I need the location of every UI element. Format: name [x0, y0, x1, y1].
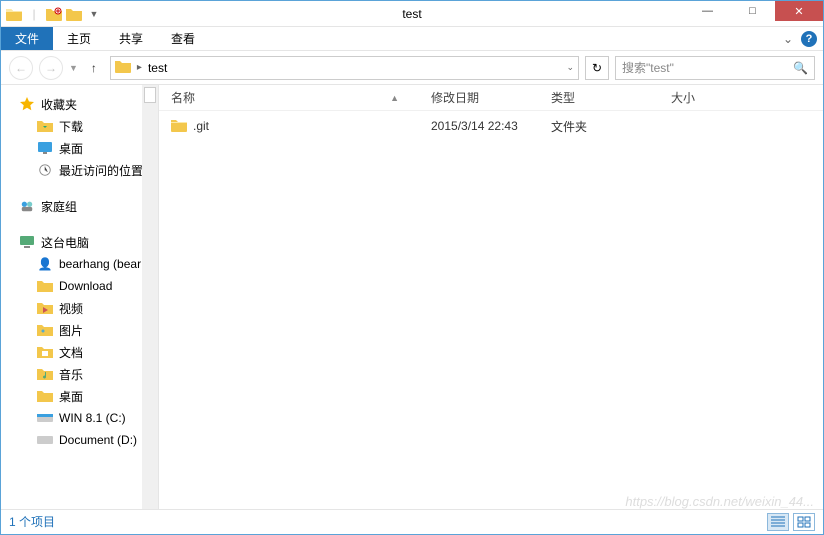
ribbon-tabs: 文件 主页 共享 查看 ⌄ ?: [1, 27, 823, 51]
sidebar-item-videos[interactable]: 视频: [1, 297, 158, 319]
file-name-cell: .git: [159, 118, 419, 135]
star-icon: [19, 96, 35, 112]
search-icon: 🔍: [793, 61, 808, 75]
drive-icon: [37, 432, 53, 448]
download-icon: [37, 118, 53, 134]
sidebar-homegroup[interactable]: 家庭组: [1, 195, 158, 217]
documents-icon: [37, 344, 53, 360]
dropdown-icon[interactable]: ▼: [85, 5, 103, 23]
view-details-button[interactable]: [767, 513, 789, 531]
file-type-cell: 文件夹: [539, 118, 659, 135]
file-row[interactable]: .git 2015/3/14 22:43 文件夹: [159, 111, 823, 135]
item-count: 1 个项目: [9, 513, 55, 530]
tab-share[interactable]: 共享: [105, 27, 157, 50]
sidebar-item-music[interactable]: 音乐: [1, 363, 158, 385]
back-button[interactable]: ←: [9, 56, 33, 80]
column-headers: 名称▲ 修改日期 类型 大小: [159, 85, 823, 111]
content-area: 收藏夹 下载 桌面 最近访问的位置 家庭组 这台电脑 👤bearhang (be…: [1, 85, 823, 509]
folder-icon: [37, 278, 53, 294]
view-icons-button[interactable]: [793, 513, 815, 531]
sidebar-scrollbar[interactable]: [142, 85, 158, 509]
new-folder-icon[interactable]: [45, 5, 63, 23]
tab-home[interactable]: 主页: [53, 27, 105, 50]
col-size[interactable]: 大小: [659, 89, 739, 106]
col-name[interactable]: 名称▲: [159, 89, 419, 106]
tab-view[interactable]: 查看: [157, 27, 209, 50]
folder-icon: [171, 118, 187, 135]
search-placeholder: 搜索"test": [622, 59, 674, 76]
desktop-icon: [37, 140, 53, 156]
up-button[interactable]: ↑: [84, 58, 104, 78]
sidebar-item-download-folder[interactable]: Download: [1, 275, 158, 297]
sidebar-item-desktop2[interactable]: 桌面: [1, 385, 158, 407]
window-title: test: [402, 7, 421, 21]
tab-file[interactable]: 文件: [1, 27, 53, 50]
col-type[interactable]: 类型: [539, 89, 659, 106]
address-dropdown-icon[interactable]: ⌄: [566, 62, 574, 73]
sidebar-item-pictures[interactable]: 图片: [1, 319, 158, 341]
history-dropdown-icon[interactable]: ▼: [69, 63, 78, 73]
crumb-sep-icon[interactable]: ▸: [137, 62, 142, 73]
sidebar-computer[interactable]: 这台电脑: [1, 231, 158, 253]
qat: | ▼: [1, 5, 103, 23]
homegroup-icon: [19, 198, 35, 214]
sidebar-item-downloads[interactable]: 下载: [1, 115, 158, 137]
statusbar: 1 个项目: [1, 509, 823, 533]
search-input[interactable]: 搜索"test" 🔍: [615, 56, 815, 80]
music-icon: [37, 366, 53, 382]
recent-icon: [37, 162, 53, 178]
refresh-button[interactable]: ↻: [585, 56, 609, 80]
drive-icon: [37, 410, 53, 426]
watermark: https://blog.csdn.net/weixin_44...: [625, 494, 814, 509]
user-icon: 👤: [37, 256, 53, 272]
folder-icon: [5, 5, 23, 23]
breadcrumb[interactable]: test: [148, 61, 167, 75]
close-button[interactable]: ✕: [775, 1, 823, 21]
col-date[interactable]: 修改日期: [419, 89, 539, 106]
maximize-button[interactable]: □: [730, 1, 775, 21]
minimize-button[interactable]: —: [685, 1, 730, 21]
file-date-cell: 2015/3/14 22:43: [419, 119, 539, 133]
folder-icon: [115, 59, 131, 76]
nav-toolbar: ← → ▼ ↑ ▸ test ⌄ ↻ 搜索"test" 🔍: [1, 51, 823, 85]
sidebar-item-drive-d[interactable]: Document (D:): [1, 429, 158, 451]
open-icon[interactable]: [65, 5, 83, 23]
help-icon[interactable]: ?: [801, 31, 817, 47]
sidebar-item-recent[interactable]: 最近访问的位置: [1, 159, 158, 181]
expand-ribbon-icon[interactable]: ⌄: [783, 32, 793, 46]
sidebar-favorites[interactable]: 收藏夹: [1, 93, 158, 115]
desktop-icon: [37, 388, 53, 404]
video-icon: [37, 300, 53, 316]
address-bar[interactable]: ▸ test ⌄: [110, 56, 579, 80]
titlebar: | ▼ test — □ ✕: [1, 1, 823, 27]
sidebar-item-drive-c[interactable]: WIN 8.1 (C:): [1, 407, 158, 429]
sidebar-item-desktop[interactable]: 桌面: [1, 137, 158, 159]
window-controls: — □ ✕: [685, 1, 823, 21]
sort-asc-icon: ▲: [390, 93, 399, 103]
sidebar: 收藏夹 下载 桌面 最近访问的位置 家庭组 这台电脑 👤bearhang (be…: [1, 85, 159, 509]
sidebar-item-documents[interactable]: 文档: [1, 341, 158, 363]
forward-button[interactable]: →: [39, 56, 63, 80]
divider: |: [25, 5, 43, 23]
file-list-area: 名称▲ 修改日期 类型 大小 .git 2015/3/14 22:43 文件夹 …: [159, 85, 823, 509]
sidebar-item-user[interactable]: 👤bearhang (bear: [1, 253, 158, 275]
pictures-icon: [37, 322, 53, 338]
computer-icon: [19, 234, 35, 250]
